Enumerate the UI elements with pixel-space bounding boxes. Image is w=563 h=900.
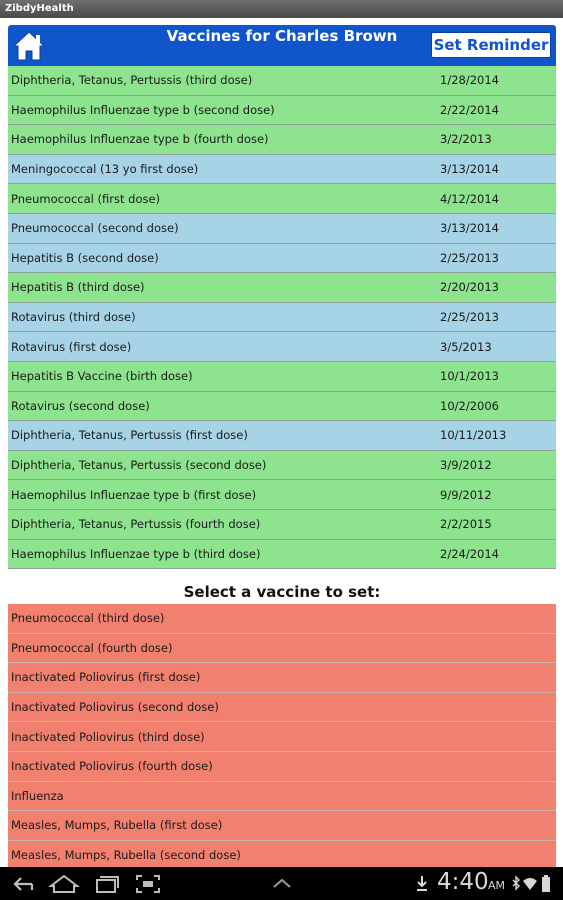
pending-vaccine-row[interactable]: Pneumococcal (fourth dose) <box>8 633 556 664</box>
vaccine-date: 10/11/2013 <box>440 428 507 443</box>
vaccine-row[interactable]: Pneumococcal (first dose) 4/12/2014 <box>8 184 556 214</box>
pending-vaccine-row[interactable]: Influenza <box>8 781 556 812</box>
home-icon <box>12 31 46 61</box>
vaccine-date: 2/24/2014 <box>440 546 499 561</box>
vaccine-row[interactable]: Rotavirus (third dose) 2/25/2013 <box>8 302 556 333</box>
pending-vaccine-name: Inactivated Poliovirus (first dose) <box>11 670 201 685</box>
vaccine-date: 3/13/2014 <box>440 221 499 236</box>
set-reminder-button[interactable]: Set Reminder <box>431 32 551 58</box>
home-icon[interactable] <box>48 873 80 895</box>
vaccine-date: 3/2/2013 <box>440 132 492 147</box>
vaccine-row[interactable]: Pneumococcal (second dose) 3/13/2014 <box>8 213 556 244</box>
select-vaccine-heading: Select a vaccine to set: <box>183 583 381 601</box>
vaccine-name: Haemophilus Influenzae type b (third dos… <box>11 546 261 561</box>
pending-vaccine-name: Inactivated Poliovirus (third dose) <box>11 729 205 744</box>
main-content: Vaccines for Charles Brown Set Reminder … <box>0 18 563 867</box>
vaccine-date: 2/25/2013 <box>440 250 499 265</box>
vaccine-row[interactable]: Hepatitis B (second dose) 2/25/2013 <box>8 243 556 274</box>
vaccine-date: 2/2/2015 <box>440 517 492 532</box>
wifi-icon <box>523 878 537 890</box>
vaccine-name: Diphtheria, Tetanus, Pertussis (third do… <box>11 73 253 88</box>
vaccine-date: 4/12/2014 <box>440 191 499 206</box>
vaccine-row[interactable]: Diphtheria, Tetanus, Pertussis (first do… <box>8 421 556 451</box>
pending-vaccine-row[interactable]: Measles, Mumps, Rubella (first dose) <box>8 811 556 841</box>
pending-vaccine-name: Inactivated Poliovirus (fourth dose) <box>11 759 213 774</box>
battery-icon <box>542 875 550 892</box>
vaccine-row[interactable]: Rotavirus (second dose) 10/2/2006 <box>8 391 556 422</box>
vaccine-date: 10/2/2006 <box>440 398 499 413</box>
vaccine-name: Meningococcal (13 yo first dose) <box>11 162 199 177</box>
pending-vaccine-name: Measles, Mumps, Rubella (second dose) <box>11 848 241 863</box>
given-vaccines-list: Diphtheria, Tetanus, Pertussis (third do… <box>8 66 556 570</box>
system-navigation-bar: 4:40 AM <box>0 867 563 900</box>
pending-vaccine-row[interactable]: Inactivated Poliovirus (fourth dose) <box>8 751 556 782</box>
vaccine-name: Hepatitis B (third dose) <box>11 280 145 295</box>
app-header: Vaccines for Charles Brown Set Reminder <box>8 25 556 66</box>
vaccine-date: 9/9/2012 <box>440 487 492 502</box>
vaccine-date: 1/28/2014 <box>440 73 499 88</box>
pending-vaccine-name: Inactivated Poliovirus (second dose) <box>11 700 219 715</box>
pending-vaccines-list: Pneumococcal (third dose) Pneumococcal (f… <box>8 604 556 867</box>
vaccine-name: Hepatitis B (second dose) <box>11 250 159 265</box>
vaccine-name: Hepatitis B Vaccine (birth dose) <box>11 369 193 384</box>
pending-vaccine-row[interactable]: Measles, Mumps, Rubella (second dose) <box>8 840 556 867</box>
vaccine-name: Rotavirus (first dose) <box>11 339 132 354</box>
vaccine-date: 2/20/2013 <box>440 280 499 295</box>
vaccine-row[interactable]: Diphtheria, Tetanus, Pertussis (third do… <box>8 66 556 96</box>
vaccine-row[interactable]: Rotavirus (first dose) 3/5/2013 <box>8 332 556 362</box>
bluetooth-icon <box>512 875 520 891</box>
vaccine-name: Rotavirus (third dose) <box>11 310 136 325</box>
vaccine-row[interactable]: Haemophilus Influenzae type b (fourth do… <box>8 125 556 155</box>
pending-vaccine-name: Measles, Mumps, Rubella (first dose) <box>11 818 223 833</box>
vaccine-row[interactable]: Hepatitis B (third dose) 2/20/2013 <box>8 273 556 303</box>
vaccine-name: Pneumococcal (second dose) <box>11 221 179 236</box>
vaccine-name: Haemophilus Influenzae type b (second do… <box>11 102 275 117</box>
home-button[interactable] <box>12 29 46 63</box>
vaccine-date: 3/5/2013 <box>440 339 492 354</box>
vaccine-row[interactable]: Diphtheria, Tetanus, Pertussis (fourth d… <box>8 509 556 540</box>
download-icon <box>417 876 427 891</box>
pending-vaccine-row[interactable]: Inactivated Poliovirus (first dose) <box>8 663 556 693</box>
pending-vaccine-row[interactable]: Inactivated Poliovirus (second dose) <box>8 692 556 723</box>
clock-ampm: AM <box>488 879 506 892</box>
vaccine-name: Diphtheria, Tetanus, Pertussis (first do… <box>11 428 248 443</box>
vaccine-row[interactable]: Diphtheria, Tetanus, Pertussis (second d… <box>8 450 556 481</box>
vaccine-name: Diphtheria, Tetanus, Pertussis (fourth d… <box>11 517 261 532</box>
vaccine-row[interactable]: Hepatitis B Vaccine (birth dose) 10/1/201… <box>8 361 556 392</box>
vaccine-date: 2/25/2013 <box>440 310 499 325</box>
pending-vaccine-name: Pneumococcal (third dose) <box>11 611 165 626</box>
vaccine-date: 2/22/2014 <box>440 102 499 117</box>
vaccine-date: 3/13/2014 <box>440 162 499 177</box>
vaccine-name: Pneumococcal (first dose) <box>11 191 161 206</box>
vaccine-date: 10/1/2013 <box>440 369 499 384</box>
vaccine-name: Diphtheria, Tetanus, Pertussis (second d… <box>11 458 267 473</box>
pending-vaccine-row[interactable]: Inactivated Poliovirus (third dose) <box>8 722 556 752</box>
vaccine-row[interactable]: Haemophilus Influenzae type b (third dos… <box>8 539 556 570</box>
back-icon[interactable] <box>10 873 36 895</box>
window-title: ZibdyHealth <box>0 0 563 18</box>
screenshot-icon[interactable] <box>134 873 162 895</box>
vaccine-row[interactable]: Meningococcal (13 yo first dose) 3/13/201… <box>8 154 556 185</box>
menu-up-icon[interactable] <box>270 873 294 893</box>
pending-vaccine-row[interactable]: Pneumococcal (third dose) <box>8 604 556 634</box>
vaccine-name: Haemophilus Influenzae type b (fourth do… <box>11 132 269 147</box>
pending-vaccine-name: Pneumococcal (fourth dose) <box>11 640 173 655</box>
clock-time: 4:40 <box>437 869 489 895</box>
vaccine-name: Rotavirus (second dose) <box>11 398 150 413</box>
vaccine-row[interactable]: Haemophilus Influenzae type b (second do… <box>8 95 556 126</box>
vaccine-date: 3/9/2012 <box>440 458 492 473</box>
vaccine-row[interactable]: Haemophilus Influenzae type b (first dos… <box>8 480 556 510</box>
vaccine-name: Haemophilus Influenzae type b (first dos… <box>11 487 257 502</box>
recent-apps-icon[interactable] <box>93 873 121 895</box>
pending-vaccine-name: Influenza <box>11 788 64 803</box>
